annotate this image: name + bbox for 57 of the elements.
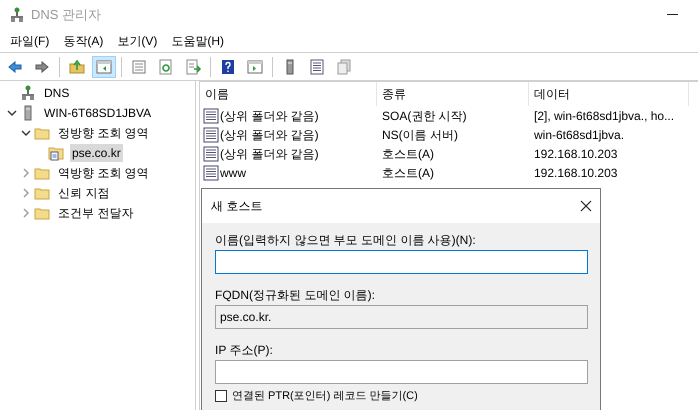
minimize-icon[interactable] [667,14,678,16]
menu-item[interactable]: 파일(F) [3,32,56,50]
table-cell-text: 호스트(A) [381,164,435,182]
dialog-title: 새 호스트 [211,198,262,215]
table-cell-text: (상위 폴더와 같음) [220,146,319,162]
checkbox[interactable] [215,390,227,402]
record-icon [203,146,219,162]
checkbox-label: 연결된 PTR(포인터) 레코드 만들기(C) [232,388,418,404]
table-cell-text: win-6t68sd1jbva. [533,126,626,144]
action-pane-icon [247,58,263,74]
console-tree-button[interactable] [92,56,116,78]
menu-item[interactable]: 보기(V) [110,32,164,50]
field-label: 이름(입력하지 않으면 부모 도메인 이름 사용)(N): [215,232,477,247]
back-arrow-icon [7,58,23,74]
field-label: IP 주소(P): [215,342,274,357]
table-cell-text: (상위 폴더와 같음) [220,126,319,144]
tree-item[interactable]: 정방향 조회 영역 [56,124,151,142]
tree-item[interactable]: 조건부 전달자 [56,204,136,222]
table-cell-text: (상위 폴더와 같음) [220,108,319,124]
record-icon [203,126,219,142]
folder-up-icon [69,58,85,74]
record-icon [203,164,219,180]
tree-item[interactable]: 역방향 조회 영역 [56,164,151,182]
input-field[interactable] [215,360,588,384]
refresh-icon [158,58,174,74]
table-cell-text: www [220,164,246,182]
menu-item[interactable]: 도움말(H) [164,32,231,50]
table-cell-text: NS(이름 서버) [381,126,459,144]
menu-item[interactable]: 동작(A) [56,32,110,50]
table-cell-text: 192.168.10.203 [533,146,618,162]
tree-item[interactable]: pse.co.kr [70,144,123,162]
column-header[interactable]: 데이터 [529,82,689,106]
tree-item[interactable]: DNS [42,84,72,102]
list-icon [309,58,325,74]
export-list-icon [185,58,201,74]
table-cell-text: [2], win-6t68sd1jbva., ho... [533,108,676,124]
properties-icon [131,58,147,74]
input-field[interactable] [215,250,588,274]
tree-item[interactable]: WIN-6T68SD1JBVA [42,104,154,122]
dns-icon [10,7,24,23]
table-cell-text: SOA(권한 시작) [381,108,468,124]
record-icon [203,108,219,124]
help-icon [220,58,236,74]
console-tree-icon [96,58,112,74]
input-field[interactable]: pse.co.kr. [215,305,588,329]
zone-file-icon [48,145,64,161]
column-header[interactable]: 이름 [200,82,377,106]
field-label: FQDN(정규화된 도메인 이름): [215,287,376,302]
table-cell-text: 호스트(A) [381,146,435,162]
forward-arrow-icon [34,58,50,74]
copy-icon [336,58,352,74]
window-title: DNS 관리자 [31,6,102,24]
column-header[interactable]: 종류 [377,82,529,106]
table-cell-text: 192.168.10.203 [533,164,618,182]
tree-item[interactable]: 신뢰 지점 [56,184,112,202]
close-icon[interactable] [580,200,592,212]
dns-icon [20,85,36,101]
